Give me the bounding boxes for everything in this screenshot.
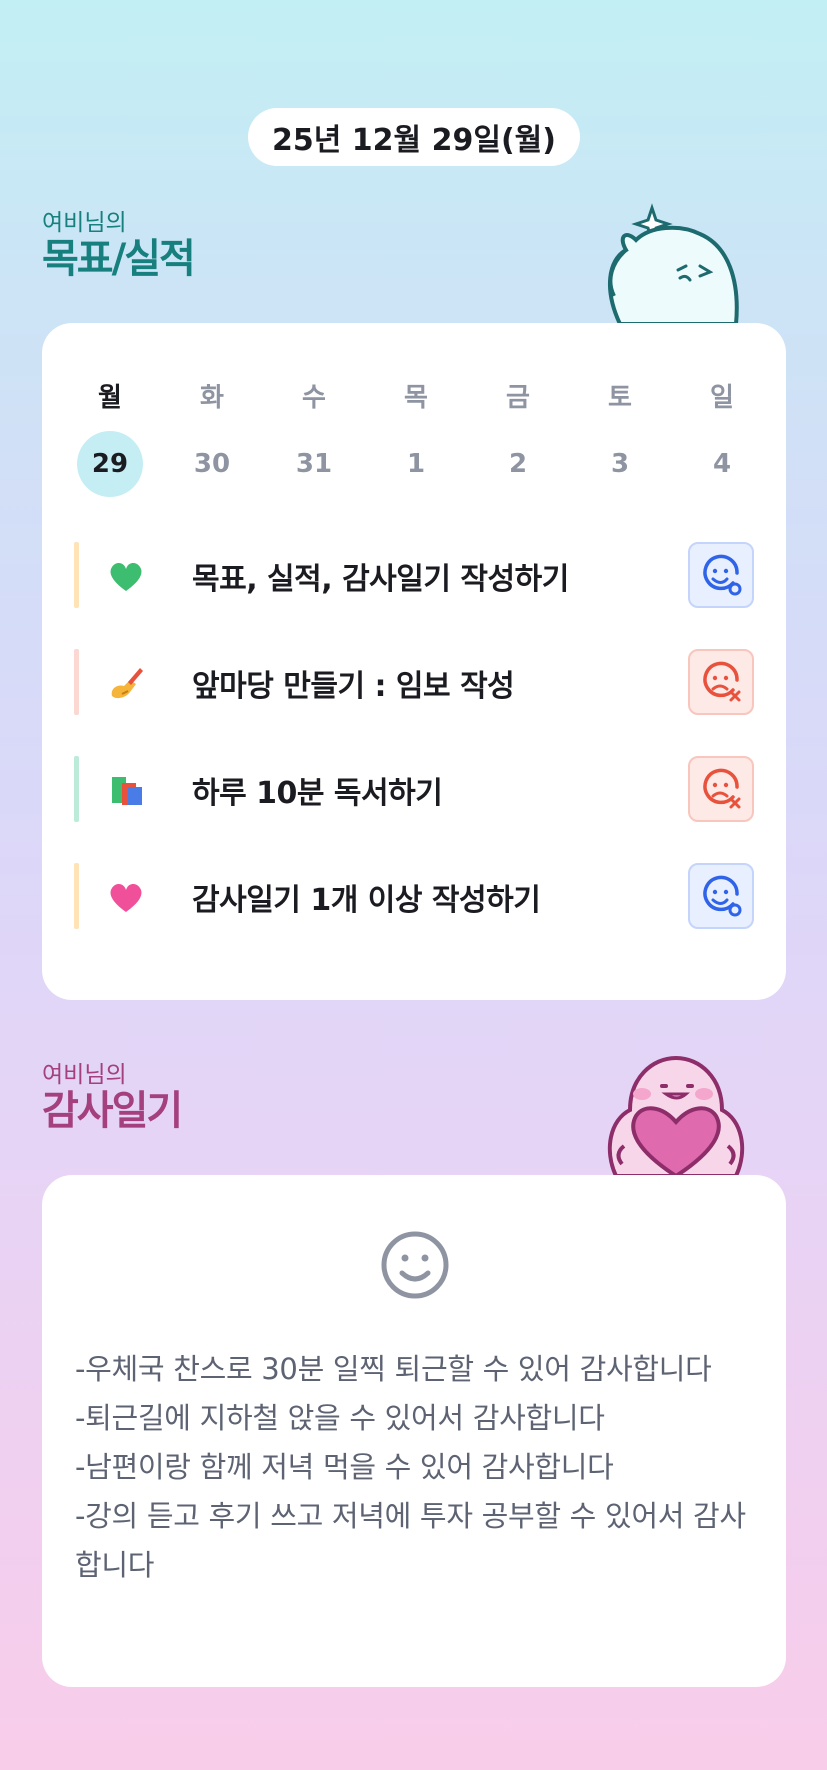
date-badge: 25년 12월 29일(월): [248, 108, 580, 166]
gratitude-line: -우체국 찬스로 30분 일찍 퇴근할 수 있어 감사합니다: [75, 1352, 712, 1386]
goal-item-bar: [74, 863, 79, 929]
goal-card: 월 화 수 목 금 토 일 29 30 31 1 2 3 4 목표, 실적, 감…: [42, 323, 786, 1000]
heart-mascot-illustration: [607, 1055, 745, 1176]
goal-item-label: 하루 10분 독서하기: [192, 776, 443, 811]
date-cell[interactable]: 30: [161, 431, 263, 497]
books-icon: [112, 777, 142, 805]
goal-item-label: 감사일기 1개 이상 작성하기: [192, 883, 541, 918]
goal-item[interactable]: 하루 10분 독서하기: [74, 756, 754, 822]
goal-section-subtitle: 여비님의: [42, 210, 127, 236]
goal-status-done-button[interactable]: [688, 542, 754, 608]
date-selected-label: 29: [77, 431, 143, 497]
weekday-thu: 목: [404, 383, 428, 413]
goal-item-bar: [74, 649, 79, 715]
sad-x-icon: [703, 768, 741, 809]
weekday-sun: 일: [710, 383, 734, 413]
date-cell[interactable]: 31: [263, 431, 365, 497]
writing-hand-icon: [111, 668, 143, 699]
green-heart-icon: [110, 563, 142, 591]
date-row: 29 30 31 1 2 3 4: [59, 431, 773, 497]
date-cell-selected[interactable]: 29: [59, 431, 161, 497]
smiley-face-icon: [381, 1231, 449, 1299]
goal-item[interactable]: 목표, 실적, 감사일기 작성하기: [74, 542, 754, 608]
gratitude-section-subtitle: 여비님의: [42, 1062, 127, 1088]
gratitude-card: -우체국 찬스로 30분 일찍 퇴근할 수 있어 감사합니다 -퇴근길에 지하철…: [42, 1175, 786, 1687]
weekday-sat: 토: [608, 383, 632, 413]
weekday-wed: 수: [302, 383, 326, 413]
date-cell[interactable]: 2: [467, 431, 569, 497]
smile-check-icon: [703, 875, 742, 917]
date-cell[interactable]: 4: [671, 431, 773, 497]
smile-check-icon: [703, 554, 742, 596]
weekday-fri: 금: [506, 383, 530, 413]
goal-item[interactable]: 감사일기 1개 이상 작성하기: [74, 863, 754, 929]
pink-heart-icon: [110, 884, 142, 912]
gratitude-diary-text: -우체국 찬스로 30분 일찍 퇴근할 수 있어 감사합니다 -퇴근길에 지하철…: [75, 1345, 755, 1590]
goal-item[interactable]: 앞마당 만들기 : 임보 작성: [74, 649, 754, 715]
gratitude-section-title: 여비님의 감사일기: [42, 1062, 183, 1134]
gratitude-line: -남편이랑 함께 저녁 먹을 수 있어 감사합니다: [75, 1450, 614, 1484]
goal-item-label: 앞마당 만들기 : 임보 작성: [192, 669, 515, 704]
sad-x-icon: [703, 661, 741, 702]
goal-item-bar: [74, 542, 79, 608]
date-cell[interactable]: 1: [365, 431, 467, 497]
gratitude-section-heading: 감사일기: [42, 1088, 183, 1134]
gratitude-line: -강의 듣고 후기 쓰고 저녁에 투자 공부할 수 있어서 감사합니다: [75, 1499, 746, 1582]
weekday-tue: 화: [200, 383, 224, 413]
goal-section-title: 여비님의 목표/실적: [42, 210, 196, 282]
goal-status-fail-button[interactable]: [688, 649, 754, 715]
goal-item-label: 목표, 실적, 감사일기 작성하기: [192, 562, 569, 597]
goal-section-heading: 목표/실적: [42, 236, 196, 282]
gratitude-line: -퇴근길에 지하철 앉을 수 있어서 감사합니다: [75, 1401, 605, 1435]
goal-status-fail-button[interactable]: [688, 756, 754, 822]
weekday-mon: 월: [98, 383, 122, 413]
goal-item-bar: [74, 756, 79, 822]
date-cell[interactable]: 3: [569, 431, 671, 497]
waving-mascot-illustration: [608, 203, 739, 324]
goal-status-done-button[interactable]: [688, 863, 754, 929]
weekday-row: 월 화 수 목 금 토 일: [59, 377, 773, 414]
